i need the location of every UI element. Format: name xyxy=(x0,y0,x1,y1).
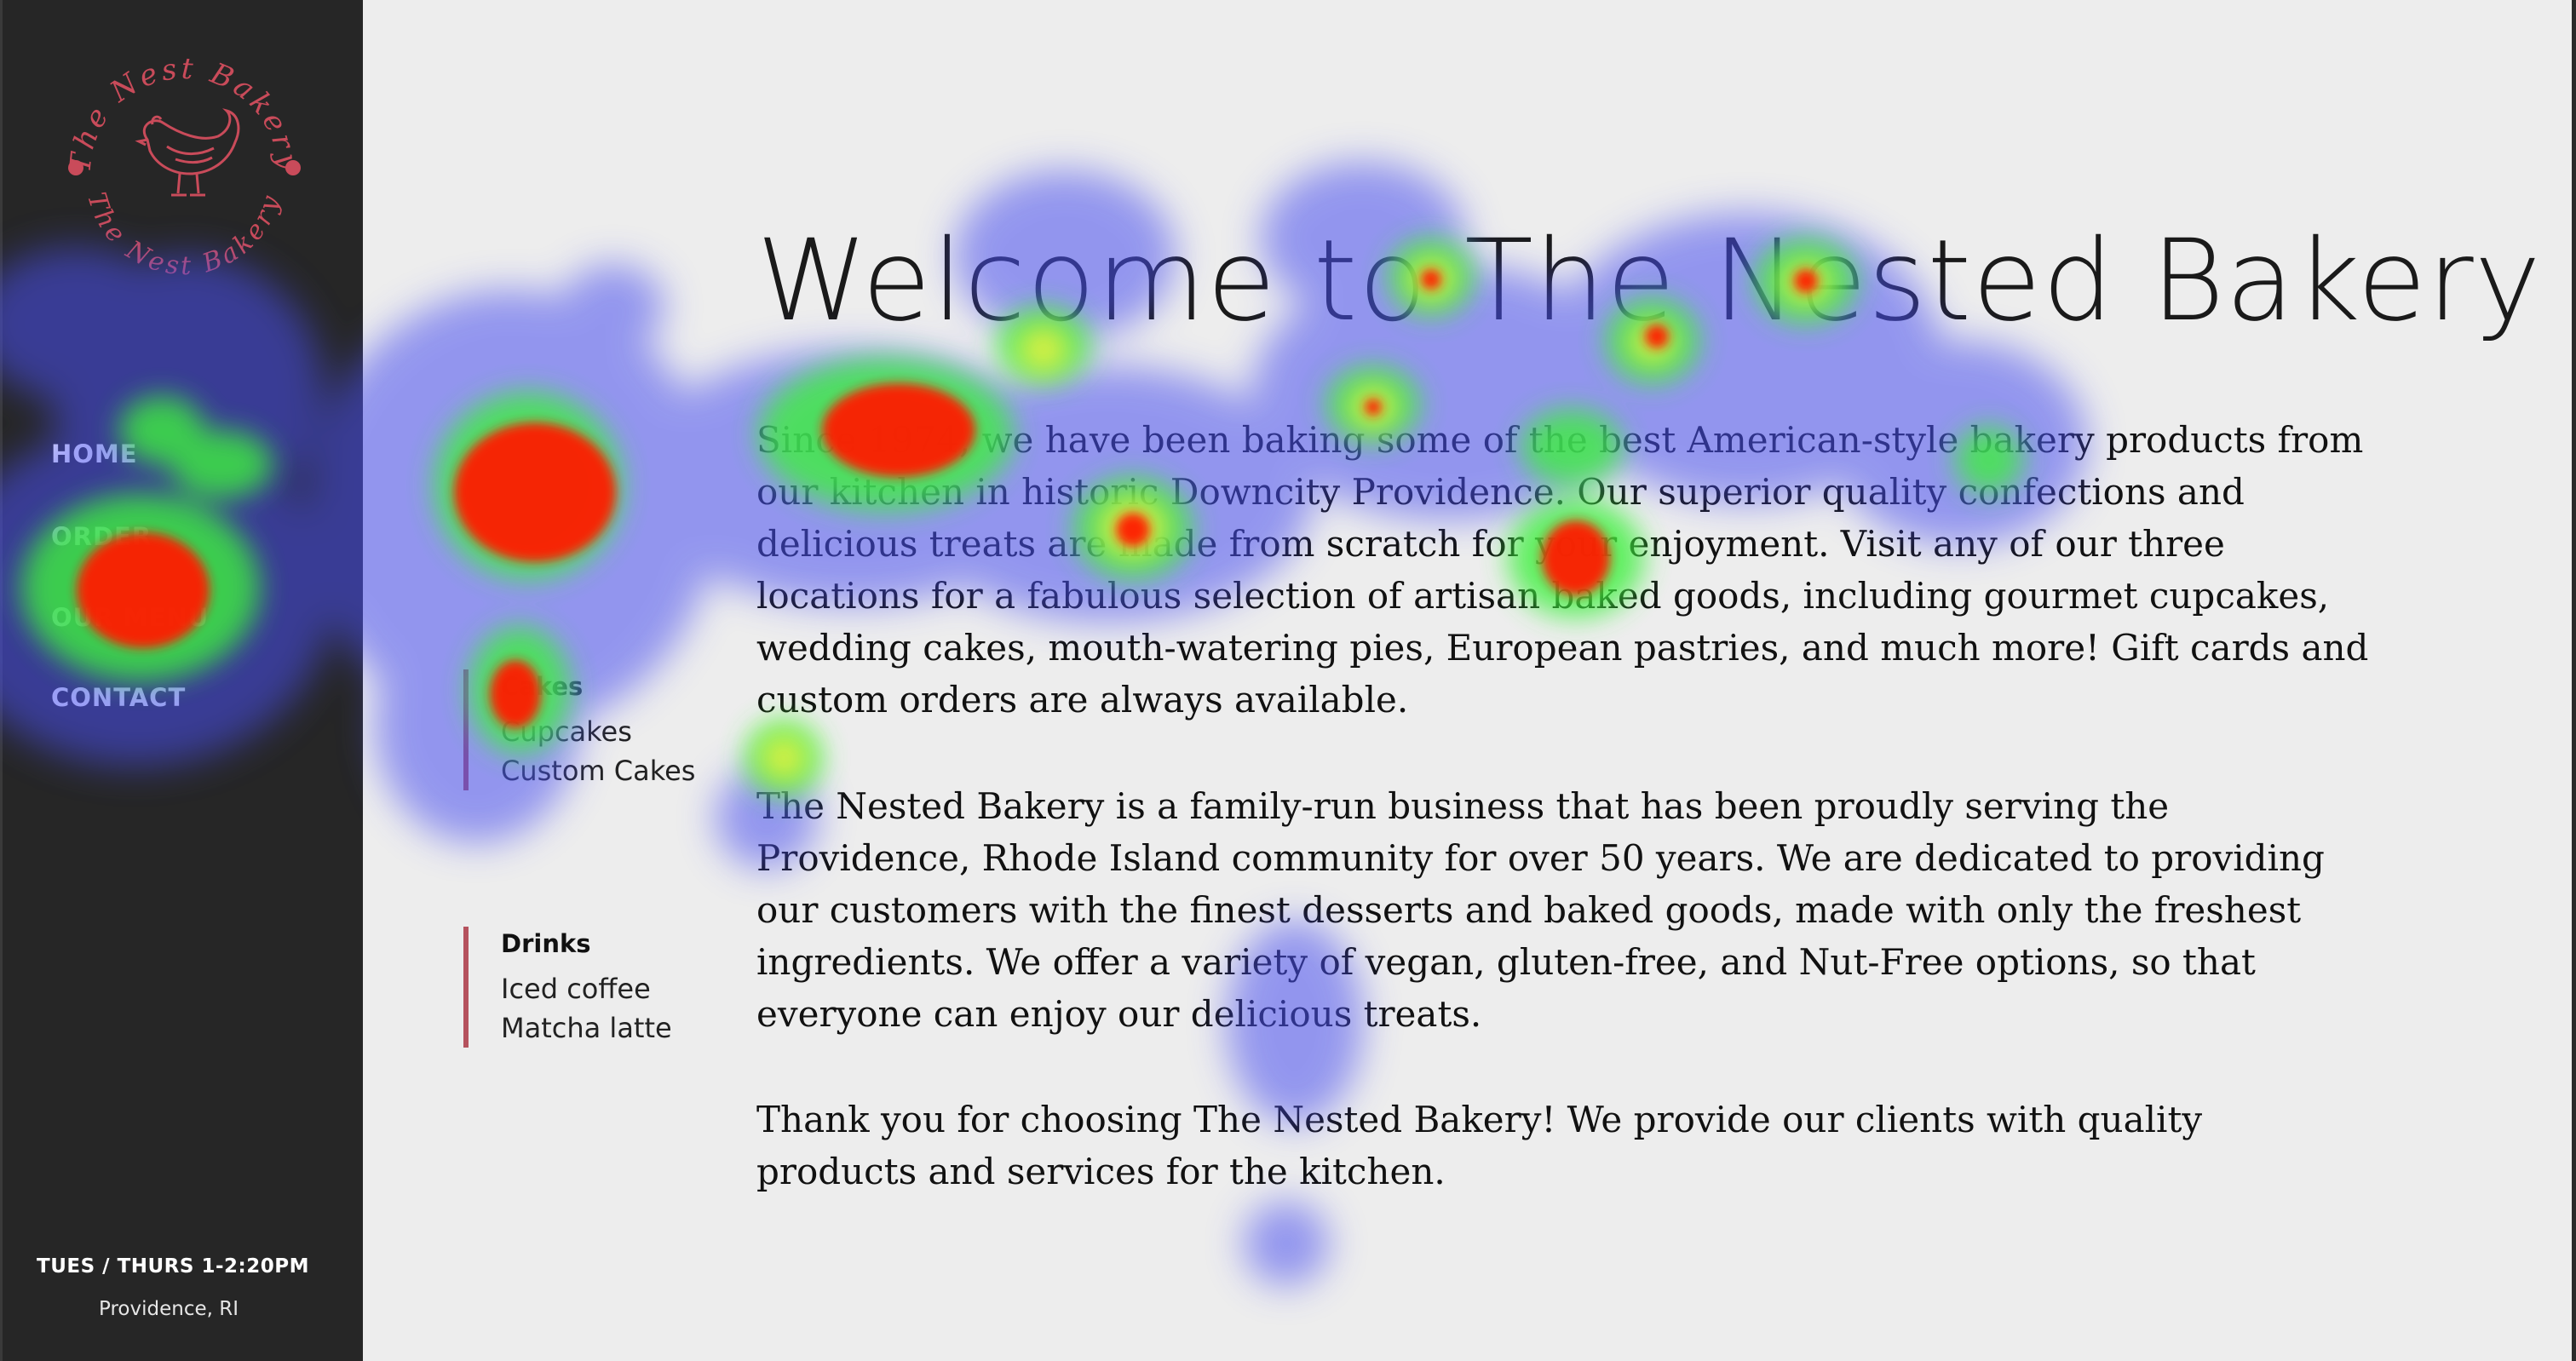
paragraph-line: products and services for the kitchen. xyxy=(756,1151,1446,1192)
svg-text:The Nest Bakery: The Nest Bakery xyxy=(63,52,304,175)
menu-item-iced-coffee[interactable]: Iced coffee xyxy=(501,969,672,1008)
logo-bottom-text: The Nest Bakery xyxy=(81,189,284,281)
paragraph-line: custom orders are always available. xyxy=(756,679,1409,721)
menu-group-drinks: Drinks Iced coffee Matcha latte xyxy=(463,927,672,1048)
page-title: Welcome to The Nested Bakery xyxy=(756,215,2542,347)
heat-blob xyxy=(562,264,664,349)
nav-home[interactable]: HOME xyxy=(51,439,138,468)
about-paragraph: The Nested Bakery is a family-run busine… xyxy=(756,780,2460,1040)
heat-blob xyxy=(1244,1201,1329,1286)
paragraph-line: Since 1974, we have been baking some of … xyxy=(756,419,2364,461)
heat-blob xyxy=(760,734,808,782)
svg-text:The Nest Bakery: The Nest Bakery xyxy=(81,189,287,281)
thanks-paragraph: Thank you for choosing The Nested Bakery… xyxy=(756,1094,2460,1197)
window-edge xyxy=(2572,0,2576,1361)
paragraph-line: wedding cakes, mouth-watering pies, Euro… xyxy=(756,627,2369,669)
sidebar: The Nest Bakery The Nest Bakery HOME ORD… xyxy=(0,0,363,1361)
heat-blob xyxy=(307,290,716,732)
menu-item-custom-cakes[interactable]: Custom Cakes xyxy=(501,751,695,790)
heat-blob xyxy=(1365,399,1382,416)
nav-contact[interactable]: CONTACT xyxy=(51,683,186,712)
paragraph-line: locations for a fabulous selection of ar… xyxy=(756,575,2330,617)
intro-paragraph: Since 1974, we have been baking some of … xyxy=(756,414,2460,726)
heat-blob xyxy=(454,422,616,562)
hen-icon xyxy=(135,108,240,197)
paragraph-line: everyone can enjoy our delicious treats. xyxy=(756,993,1482,1035)
paragraph-line: our kitchen in historic Downcity Provide… xyxy=(756,471,2245,513)
menu-group-cakes: Cakes Cupcakes Custom Cakes xyxy=(463,669,695,790)
menu-group-title: Drinks xyxy=(501,929,591,958)
opening-hours: TUES / THURS 1-2:20PM xyxy=(37,1255,309,1278)
paragraph-line: Thank you for choosing The Nested Bakery… xyxy=(756,1099,2203,1140)
nav-order[interactable]: ORDER xyxy=(51,522,152,551)
heat-blob xyxy=(434,392,622,579)
location-text: Providence, RI xyxy=(99,1298,239,1320)
menu-item-cupcakes[interactable]: Cupcakes xyxy=(501,712,695,751)
paragraph-line: delicious treats are made from scratch f… xyxy=(756,523,2225,565)
paragraph-line: The Nested Bakery is a family-run busine… xyxy=(756,785,2170,827)
paragraph-line: our customers with the finest desserts a… xyxy=(756,889,2302,931)
paragraph-line: ingredients. We offer a variety of vegan… xyxy=(756,941,2256,983)
menu-group-title: Cakes xyxy=(501,672,584,701)
nav-our-menu[interactable]: OUR MENU xyxy=(51,603,209,632)
paragraph-line: Providence, Rhode Island community for o… xyxy=(756,837,2325,879)
menu-item-matcha-latte[interactable]: Matcha latte xyxy=(501,1008,672,1048)
logo-top-text: The Nest Bakery xyxy=(63,52,301,175)
bakery-logo[interactable]: The Nest Bakery The Nest Bakery xyxy=(52,36,316,300)
